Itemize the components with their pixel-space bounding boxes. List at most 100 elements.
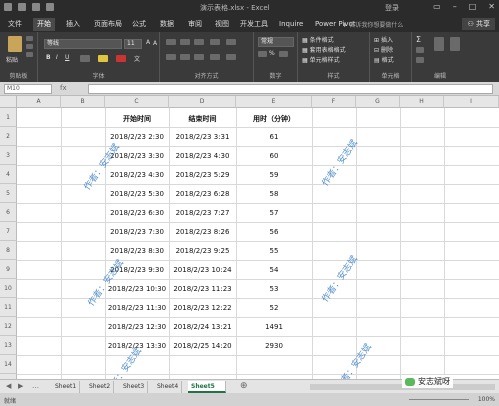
header-duration[interactable]: 用时（分钟）	[236, 114, 312, 124]
align-right-icon[interactable]	[194, 54, 204, 60]
start-time-cell[interactable]: 2018/2/23 5:30	[105, 190, 169, 198]
fx-icon[interactable]: fx	[60, 84, 67, 92]
conditional-format-button[interactable]: ▦ 条件格式	[302, 35, 334, 44]
share-button[interactable]: ⚇ 共享	[462, 18, 495, 30]
add-sheet-icon[interactable]: ⊕	[240, 381, 248, 391]
start-time-cell[interactable]: 2018/2/23 8:30	[105, 247, 169, 255]
end-time-cell[interactable]: 2018/2/23 5:29	[169, 171, 236, 179]
align-top-icon[interactable]	[166, 39, 176, 45]
customize-qat-icon[interactable]	[46, 3, 54, 11]
increase-font-icon[interactable]: A	[146, 39, 150, 46]
column-header-a[interactable]: A	[17, 96, 61, 108]
autosum-icon[interactable]: Σ	[416, 35, 421, 44]
duration-cell[interactable]: 60	[236, 152, 312, 160]
row-header-9[interactable]: 9	[0, 260, 17, 279]
bold-icon[interactable]: B	[46, 54, 51, 61]
tab-formulas[interactable]: 公式	[128, 18, 150, 31]
tab-inquire[interactable]: Inquire	[275, 18, 307, 31]
header-end-time[interactable]: 结束时间	[169, 114, 236, 124]
percent-icon[interactable]: %	[269, 50, 275, 57]
name-box[interactable]: M10	[4, 84, 52, 94]
end-time-cell[interactable]: 2018/2/23 11:23	[169, 285, 236, 293]
column-header-g[interactable]: G	[356, 96, 400, 108]
row-header-10[interactable]: 10	[0, 279, 17, 298]
column-header-e[interactable]: E	[236, 96, 312, 108]
end-time-cell[interactable]: 2018/2/24 13:21	[169, 323, 236, 331]
align-center-icon[interactable]	[180, 54, 190, 60]
sheet-tab-sheet2[interactable]: Sheet2	[86, 381, 115, 393]
font-name-select[interactable]: 等线	[44, 39, 122, 49]
cut-icon[interactable]	[26, 36, 33, 41]
sheet-tab-sheet5[interactable]: Sheet5	[188, 381, 226, 393]
wrap-text-icon[interactable]	[226, 39, 236, 45]
duration-cell[interactable]: 61	[236, 133, 312, 141]
sheet-tab-sheet4[interactable]: Sheet4	[154, 381, 183, 393]
underline-icon[interactable]: U	[65, 54, 69, 61]
next-sheet-icon[interactable]: ▶	[18, 382, 23, 390]
row-header-7[interactable]: 7	[0, 222, 17, 241]
prev-sheet-icon[interactable]: ◀	[6, 382, 11, 390]
phonetic-icon[interactable]: 文	[134, 54, 140, 63]
row-header-1[interactable]: 1	[0, 108, 17, 127]
orientation-icon[interactable]	[210, 39, 220, 45]
duration-cell[interactable]: 54	[236, 266, 312, 274]
select-all-corner[interactable]	[0, 96, 17, 108]
fill-color-icon[interactable]	[98, 55, 108, 62]
table-format-button[interactable]: ▦ 套用表格格式	[302, 45, 346, 54]
fill-icon[interactable]	[416, 47, 424, 53]
redo-icon[interactable]	[32, 3, 40, 11]
row-header-6[interactable]: 6	[0, 203, 17, 222]
minimize-icon[interactable]: –	[453, 2, 457, 11]
align-middle-icon[interactable]	[180, 39, 190, 45]
worksheet-grid[interactable]: A B C D E F G H I 1 2 3 4 5 6 7 8 9 10 1…	[0, 96, 499, 379]
row-header-3[interactable]: 3	[0, 146, 17, 165]
row-header-11[interactable]: 11	[0, 298, 17, 317]
header-start-time[interactable]: 开始时间	[105, 114, 169, 124]
row-header-12[interactable]: 12	[0, 317, 17, 336]
duration-cell[interactable]: 53	[236, 285, 312, 293]
tab-review[interactable]: 审阅	[184, 18, 206, 31]
end-time-cell[interactable]: 2018/2/23 7:27	[169, 209, 236, 217]
end-time-cell[interactable]: 2018/2/23 10:24	[169, 266, 236, 274]
column-header-c[interactable]: C	[105, 96, 169, 108]
end-time-cell[interactable]: 2018/2/23 6:28	[169, 190, 236, 198]
column-header-f[interactable]: F	[312, 96, 356, 108]
end-time-cell[interactable]: 2018/2/25 14:20	[169, 342, 236, 350]
align-left-icon[interactable]	[166, 54, 176, 60]
duration-cell[interactable]: 58	[236, 190, 312, 198]
start-time-cell[interactable]: 2018/2/23 2:30	[105, 133, 169, 141]
tab-developer[interactable]: 开发工具	[236, 18, 272, 31]
tell-me-search[interactable]: ♦ 告诉我你想要做什么	[342, 20, 403, 29]
sheet-tab-sheet3[interactable]: Sheet3	[120, 381, 149, 393]
sheet-tab-sheet1[interactable]: Sheet1	[52, 381, 81, 393]
zoom-slider[interactable]	[409, 399, 469, 400]
save-icon[interactable]	[4, 3, 12, 11]
duration-cell[interactable]: 57	[236, 209, 312, 217]
more-sheets-icon[interactable]: …	[32, 382, 39, 390]
decrease-indent-icon[interactable]	[210, 54, 220, 60]
tab-data[interactable]: 数据	[156, 18, 178, 31]
insert-cells-button[interactable]: ⊞ 插入	[374, 35, 393, 44]
duration-cell[interactable]: 55	[236, 247, 312, 255]
duration-cell[interactable]: 59	[236, 171, 312, 179]
font-color-icon[interactable]	[116, 55, 126, 62]
border-icon[interactable]	[80, 55, 90, 62]
paste-label[interactable]: 粘贴	[6, 55, 18, 64]
row-header-4[interactable]: 4	[0, 165, 17, 184]
start-time-cell[interactable]: 2018/2/23 10:30	[105, 285, 169, 293]
end-time-cell[interactable]: 2018/2/23 9:25	[169, 247, 236, 255]
maximize-icon[interactable]: □	[469, 2, 477, 11]
decrease-font-icon[interactable]: A	[153, 40, 157, 47]
end-time-cell[interactable]: 2018/2/23 4:30	[169, 152, 236, 160]
cell-style-button[interactable]: ▦ 单元格样式	[302, 55, 340, 64]
row-header-2[interactable]: 2	[0, 127, 17, 146]
end-time-cell[interactable]: 2018/2/23 12:22	[169, 304, 236, 312]
comma-style-icon[interactable]	[279, 51, 288, 57]
copy-icon[interactable]	[26, 44, 33, 49]
tab-page-layout[interactable]: 页面布局	[90, 18, 126, 31]
format-cells-button[interactable]: ▤ 格式	[374, 55, 394, 64]
duration-cell[interactable]: 56	[236, 228, 312, 236]
currency-icon[interactable]	[258, 51, 267, 57]
row-header-13[interactable]: 13	[0, 336, 17, 355]
delete-cells-button[interactable]: ⊟ 删除	[374, 45, 393, 54]
